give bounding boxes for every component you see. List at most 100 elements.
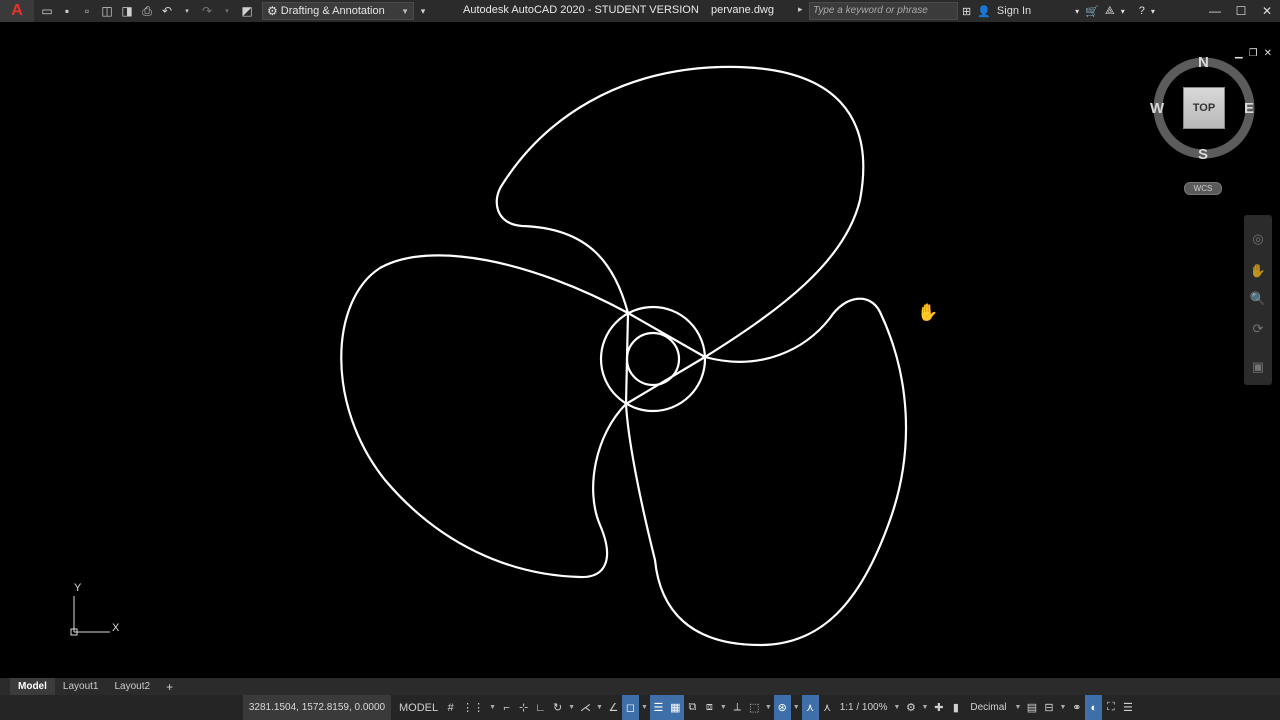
tab-layout1[interactable]: Layout1	[55, 678, 107, 695]
window-title: Autodesk AutoCAD 2020 - STUDENT VERSION …	[463, 4, 774, 16]
blade-root-line-3	[624, 312, 630, 405]
wcs-menu-button[interactable]: WCS	[1184, 182, 1222, 195]
search-expand-icon[interactable]: ▸	[798, 4, 803, 15]
polar-tracking-icon[interactable]: ↻	[549, 695, 566, 720]
window-controls: — ☐ ✕	[1202, 0, 1280, 22]
plot-icon[interactable]: ⎙	[138, 2, 156, 20]
hardware-acceleration-icon[interactable]: ◐	[1085, 695, 1103, 720]
pan-hand-cursor-icon: ✋	[917, 303, 939, 322]
selection-cycling-icon[interactable]: ⧉	[684, 695, 701, 720]
viewcube-top-face[interactable]: TOP	[1183, 87, 1225, 129]
autocad-window: A ▭ ▪ ▫ ◫ ◨ ⎙ ↶ ▾ ↷ ▾ ◩ ⚙ Drafting & Ann…	[0, 0, 1280, 720]
annotation-monitor-icon[interactable]: ✚	[930, 695, 947, 720]
selection-filter-dropdown-icon[interactable]: ▼	[763, 704, 774, 711]
drawing-canvas[interactable]: ▁ ❐ ✕ ✋ Y X	[0, 22, 1280, 678]
blade-right	[624, 297, 908, 647]
quick-properties-icon[interactable]: ▤	[1023, 695, 1040, 720]
zoom-extents-icon[interactable]: 🔍	[1248, 289, 1268, 309]
units-dropdown-icon[interactable]: ▼	[1013, 704, 1024, 711]
units-icon[interactable]: ▮	[947, 695, 964, 720]
pan-icon[interactable]: ✋	[1248, 261, 1268, 281]
user-icon: 👤	[977, 5, 991, 18]
isodraft-icon[interactable]: ⋌	[577, 695, 594, 720]
lock-ui-icon[interactable]: ⊟	[1040, 695, 1057, 720]
polar-dropdown-icon[interactable]: ▼	[566, 704, 577, 711]
open-web-icon[interactable]: ◫	[98, 2, 116, 20]
help-dropdown-icon[interactable]: ▾	[1151, 7, 1155, 16]
tab-layout2[interactable]: Layout2	[106, 678, 158, 695]
showmotion-icon[interactable]: ▣	[1248, 357, 1268, 377]
blade-root-line-1	[627, 312, 706, 358]
tab-model[interactable]: Model	[10, 678, 55, 695]
undo-icon[interactable]: ↶	[158, 2, 176, 20]
open-file-icon[interactable]: ▭	[38, 2, 56, 20]
grid-icon[interactable]: #	[442, 695, 459, 720]
object-snap-icon[interactable]: ◻	[621, 695, 639, 720]
infer-constraints-icon[interactable]: ⌐	[498, 695, 515, 720]
search-input[interactable]: Type a keyword or phrase	[809, 2, 958, 20]
selection-filter-icon[interactable]: ⬚	[746, 695, 763, 720]
status-toggles: MODEL # ⋮⋮ ▼ ⌐ ⊹ ∟ ↻ ▼ ⋌ ▼ ∠ ◻ ▼ ☰ ▦ ⧉ ⧈…	[395, 695, 1136, 720]
propeller-drawing	[340, 65, 908, 647]
autoscale-icon[interactable]: ⋏	[819, 695, 836, 720]
redo-dropdown-icon[interactable]: ▾	[218, 2, 236, 20]
customize-qat-icon[interactable]: ▾	[414, 2, 432, 20]
snap-dropdown-icon[interactable]: ▼	[487, 704, 498, 711]
isolate-objects-icon[interactable]: ⚭	[1068, 695, 1085, 720]
dynamic-input-icon[interactable]: ⊹	[515, 695, 532, 720]
workspace-select[interactable]: ⚙ Drafting & Annotation ▼	[262, 2, 414, 20]
steering-wheel-icon[interactable]: ◎	[1248, 229, 1268, 249]
workspace-switching-icon[interactable]: ⚙	[902, 695, 919, 720]
lock-ui-dropdown-icon[interactable]: ▼	[1057, 704, 1068, 711]
help-icon[interactable]: ?	[1139, 5, 1145, 17]
minimize-icon[interactable]: —	[1202, 0, 1228, 22]
snap-icon[interactable]: ⋮⋮	[459, 695, 487, 720]
object-snap-dropdown-icon[interactable]: ▼	[639, 704, 650, 711]
orbit-icon[interactable]: ⟳	[1248, 319, 1268, 339]
viewcube[interactable]: N W E S TOP	[1150, 52, 1256, 168]
workspace-dropdown-icon[interactable]: ▼	[919, 704, 930, 711]
application-menu-button[interactable]: A	[0, 0, 34, 22]
3d-object-snap-icon[interactable]: ⧈	[701, 695, 718, 720]
viewcube-east[interactable]: E	[1244, 100, 1254, 117]
a360-icon[interactable]: ⟁	[1105, 5, 1115, 18]
cart-icon[interactable]: 🛒	[1085, 5, 1099, 18]
add-layout-icon[interactable]: +	[158, 680, 181, 694]
undo-dropdown-icon[interactable]: ▾	[178, 2, 196, 20]
close-icon[interactable]: ✕	[1254, 0, 1280, 22]
scale-dropdown-icon[interactable]: ▼	[892, 704, 903, 711]
sign-in-dropdown-icon[interactable]: ▾	[1075, 7, 1079, 16]
a360-dropdown-icon[interactable]: ▾	[1121, 7, 1125, 16]
annotation-scale-button[interactable]: 1:1 / 100%	[836, 695, 892, 720]
viewcube-south[interactable]: S	[1198, 146, 1208, 163]
match-properties-icon[interactable]: ◩	[238, 2, 256, 20]
save-icon[interactable]: ▪	[58, 2, 76, 20]
viewcube-west[interactable]: W	[1150, 100, 1164, 117]
save-as-icon[interactable]: ▫	[78, 2, 96, 20]
workspace-label: Drafting & Annotation	[280, 5, 385, 17]
dynamic-ucs-icon[interactable]: ⟂	[729, 695, 746, 720]
isodraft-dropdown-icon[interactable]: ▼	[594, 704, 605, 711]
coordinates-readout[interactable]: 3281.1504, 1572.8159, 0.0000	[243, 695, 391, 720]
units-select[interactable]: Decimal	[964, 695, 1012, 720]
lineweight-icon[interactable]: ☰	[649, 695, 667, 720]
redo-icon[interactable]: ↷	[198, 2, 216, 20]
3d-osnap-dropdown-icon[interactable]: ▼	[718, 704, 729, 711]
maximize-icon[interactable]: ☐	[1228, 0, 1254, 22]
annotation-visibility-icon[interactable]: ⋏	[801, 695, 819, 720]
save-web-icon[interactable]: ◨	[118, 2, 136, 20]
infocenter-toolbar: ⊞ 👤 Sign In ▾ 🛒 ⟁ ▾ ? ▾	[962, 2, 1155, 20]
transparency-icon[interactable]: ▦	[666, 695, 684, 720]
gizmo-icon[interactable]: ⊛	[773, 695, 791, 720]
viewcube-north[interactable]: N	[1198, 54, 1209, 71]
layout-tabs: Model Layout1 Layout2 +	[0, 678, 1280, 695]
ucs-x-label: X	[112, 622, 120, 634]
model-space-button[interactable]: MODEL	[395, 695, 442, 720]
clean-screen-icon[interactable]: ⛶	[1102, 695, 1119, 720]
object-snap-tracking-icon[interactable]: ∠	[605, 695, 622, 720]
binoculars-icon[interactable]: ⊞	[962, 5, 971, 18]
sign-in-button[interactable]: Sign In	[997, 5, 1031, 17]
gizmo-dropdown-icon[interactable]: ▼	[791, 704, 802, 711]
ortho-icon[interactable]: ∟	[532, 695, 549, 720]
customization-icon[interactable]: ☰	[1119, 695, 1136, 720]
